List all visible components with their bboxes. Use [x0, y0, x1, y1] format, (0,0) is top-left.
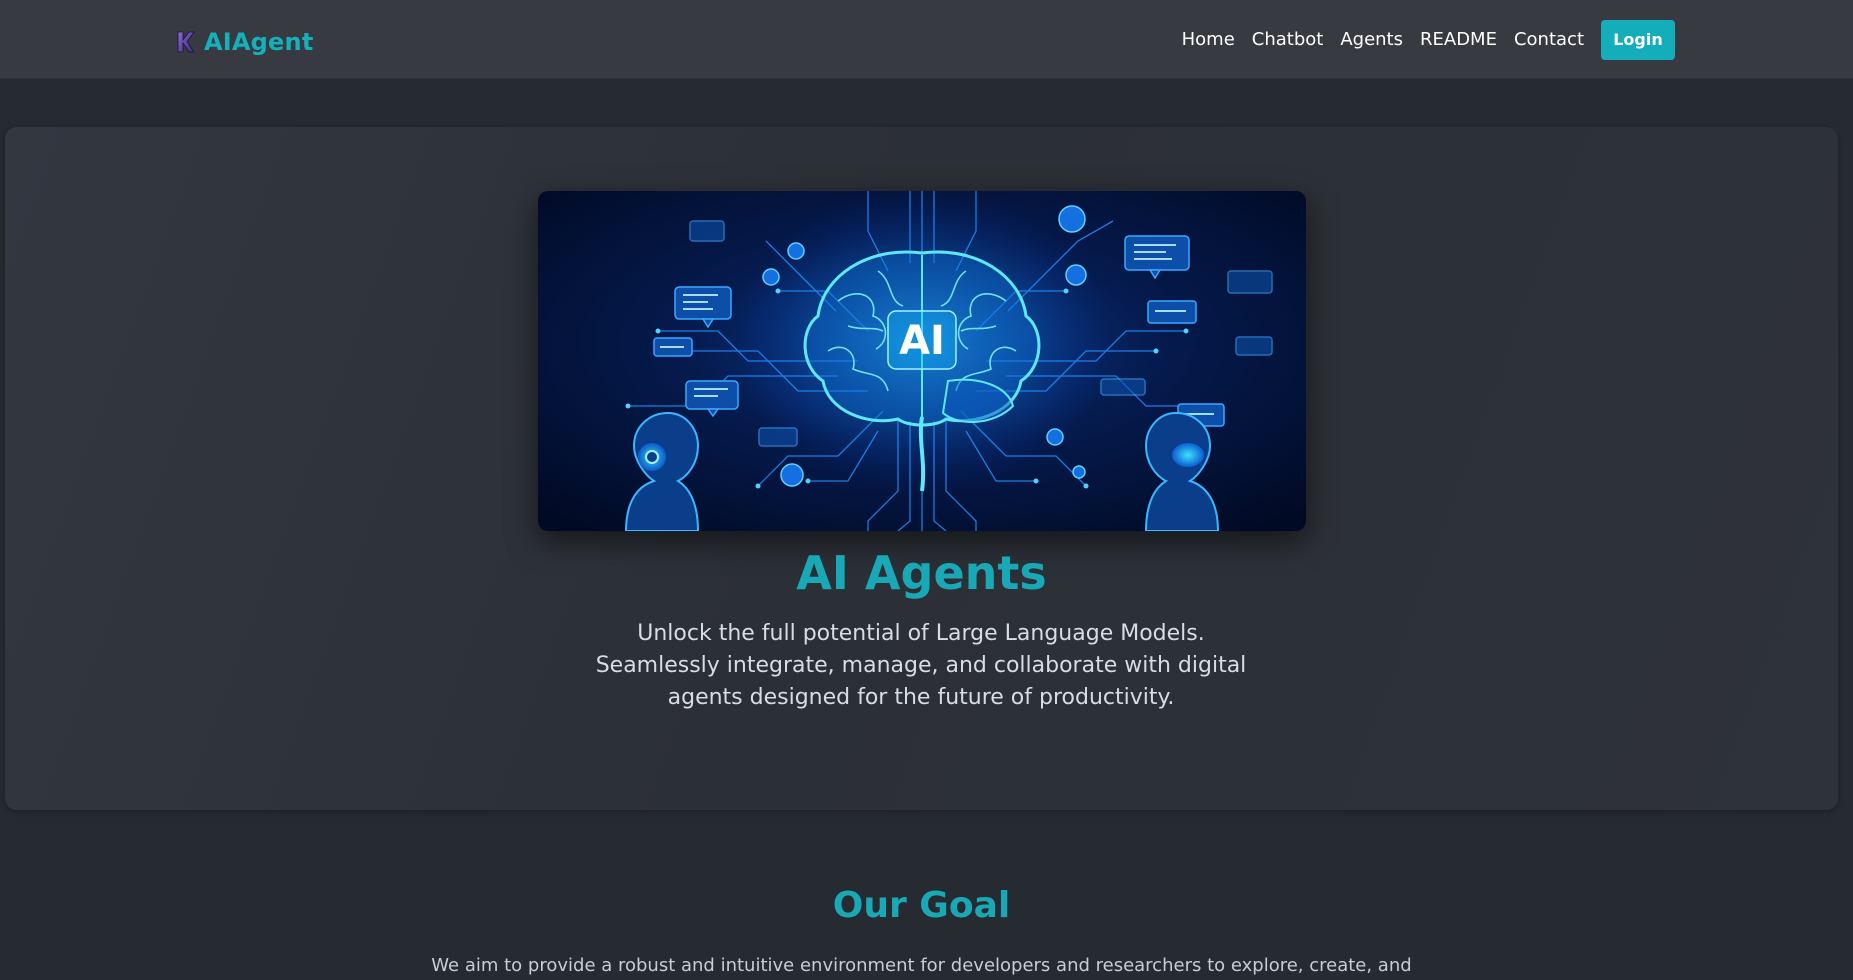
nav-link-chatbot[interactable]: Chatbot [1252, 29, 1324, 50]
brand-logo-icon [177, 31, 195, 53]
brand-link[interactable]: AIAgent [176, 28, 314, 56]
hero-image: AI [538, 191, 1306, 531]
hero-title: AI Agents [796, 546, 1047, 600]
nav-link-agents[interactable]: Agents [1340, 29, 1403, 50]
goal-description: We aim to provide a robust and intuitive… [431, 955, 1412, 976]
goal-title: Our Goal [832, 885, 1011, 926]
nav-links: Home Chatbot Agents README Contact Login [1182, 0, 1853, 79]
navbar: AIAgent Home Chatbot Agents README Conta… [0, 0, 1853, 79]
nav-link-home[interactable]: Home [1182, 29, 1235, 50]
ai-brain-illustration: AI [538, 191, 1306, 531]
login-button[interactable]: Login [1601, 19, 1675, 60]
ai-label: AI [899, 318, 945, 364]
nav-link-contact[interactable]: Contact [1514, 29, 1584, 50]
brand-name: AIAgent [204, 28, 314, 56]
hero-description: Unlock the full potential of Large Langu… [595, 621, 1247, 710]
nav-link-readme[interactable]: README [1420, 29, 1497, 50]
